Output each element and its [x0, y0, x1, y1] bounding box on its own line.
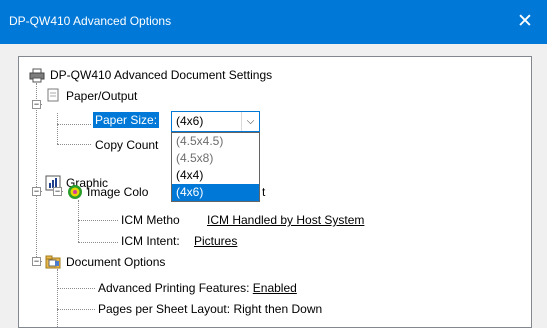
chevron-down-icon[interactable]: ⌵	[241, 112, 259, 131]
pages-layout-label: Pages per Sheet Layout:	[98, 302, 231, 316]
paper-size-option-selected[interactable]: (4x6)	[172, 184, 259, 201]
tree-line	[78, 242, 118, 243]
icm-method-value[interactable]: ICM Handled by Host System	[207, 212, 364, 228]
tree-line	[78, 200, 79, 242]
settings-folder-icon	[45, 255, 61, 269]
tree-line	[57, 269, 58, 327]
collapse-image-color-button[interactable]: −	[53, 187, 62, 196]
pages-layout-row[interactable]: Pages per Sheet Layout: Right then Down	[98, 301, 322, 317]
paper-size-dropdown: (4.5x4.5) (4.5x8) (4x4) (4x6)	[171, 132, 260, 202]
collapse-paper-output-button[interactable]: −	[32, 100, 41, 109]
document-options-label[interactable]: Document Options	[66, 254, 165, 270]
tree-line	[57, 309, 95, 310]
advanced-printing-row[interactable]: Advanced Printing Features: Enabled	[98, 280, 297, 296]
tree-line	[57, 144, 91, 145]
collapse-document-options-button[interactable]: −	[32, 257, 41, 266]
title-bar: DP-QW410 Advanced Options ✕	[0, 0, 547, 44]
color-wheel-icon	[68, 185, 82, 199]
image-color-label[interactable]: Image Colo	[87, 184, 148, 200]
paper-size-option[interactable]: (4.5x8)	[172, 150, 259, 167]
image-color-tail: t	[262, 185, 266, 199]
paper-size-option[interactable]: (4.5x4.5)	[172, 133, 259, 150]
copy-count-label[interactable]: Copy Count	[95, 137, 158, 153]
paper-size-value: (4x6)	[176, 114, 204, 128]
root-label: DP-QW410 Advanced Document Settings	[50, 68, 273, 82]
document-icon	[47, 88, 59, 102]
printer-icon	[29, 68, 45, 83]
advanced-printing-value[interactable]: Enabled	[253, 281, 297, 295]
settings-tree: DP-QW410 Advanced Document Settings − Pa…	[18, 56, 532, 328]
icm-method-label[interactable]: ICM Metho	[121, 212, 180, 228]
paper-output-label[interactable]: Paper/Output	[66, 88, 137, 104]
paper-size-combo[interactable]: (4x6) ⌵	[171, 111, 260, 132]
tree-line	[78, 220, 118, 221]
paper-size-option[interactable]: (4x4)	[172, 167, 259, 184]
tree-line	[57, 124, 91, 125]
icm-intent-label[interactable]: ICM Intent:	[121, 233, 180, 249]
collapse-graphic-button[interactable]: −	[32, 187, 41, 196]
icm-intent-value[interactable]: Pictures	[194, 233, 237, 249]
tree-line	[57, 288, 95, 289]
pages-layout-value[interactable]: Right then Down	[233, 302, 322, 316]
tree-line	[57, 113, 58, 144]
advanced-printing-label: Advanced Printing Features:	[98, 281, 250, 295]
window-title: DP-QW410 Advanced Options	[9, 14, 172, 28]
paper-size-label[interactable]: Paper Size:	[93, 112, 160, 128]
close-button[interactable]: ✕	[503, 0, 547, 44]
tree-line	[36, 83, 37, 261]
